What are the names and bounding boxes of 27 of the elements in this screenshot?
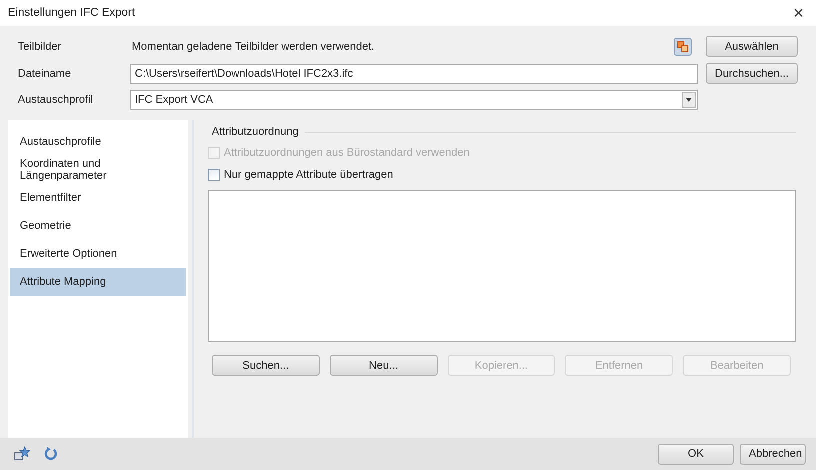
sidebar-item[interactable]: Austauschprofile [10, 128, 186, 156]
browse-button[interactable]: Durchsuchen... [706, 63, 798, 84]
sidebar-item[interactable]: Erweiterte Optionen [10, 240, 186, 268]
checkbox-label[interactable]: Nur gemappte Attribute übertragen [208, 164, 796, 186]
window-title: Einstellungen IFC Export [8, 7, 136, 19]
caret-icon [686, 98, 692, 102]
group-title: Attributzuordnung [211, 126, 299, 138]
field-label: Austauschprofil [18, 94, 94, 106]
profile-dropdown[interactable]: IFC Export VCA [130, 90, 698, 110]
layers-icon[interactable] [674, 38, 692, 56]
ok-button[interactable]: OK [658, 444, 734, 464]
status-text: Momentan geladene Teilbilder werden verwendet. [132, 40, 375, 52]
sidebar-item[interactable]: Geometrie [10, 212, 186, 240]
star-icon[interactable] [14, 446, 30, 462]
action-button[interactable]: Suchen... [212, 355, 320, 376]
select-button[interactable]: Auswählen [706, 36, 798, 57]
reset-icon[interactable] [44, 446, 58, 462]
close-button[interactable]: × [789, 4, 808, 22]
sidebar-item[interactable]: Koordinaten und Längenparameter [10, 156, 186, 184]
checkbox[interactable] [208, 169, 220, 181]
action-button[interactable]: Neu... [330, 355, 438, 376]
sidebar-item[interactable]: Attribute Mapping [10, 268, 186, 296]
field-label: Dateiname [18, 68, 72, 80]
filename-field[interactable]: C:\Users\rseifert\Downloads\Hotel IFC2x3.ifc [130, 64, 698, 84]
cancel-button[interactable]: Abbrechen [740, 444, 806, 464]
sidebar-item[interactable]: Elementfilter [10, 184, 186, 212]
field-label: Teilbilder [18, 40, 62, 52]
